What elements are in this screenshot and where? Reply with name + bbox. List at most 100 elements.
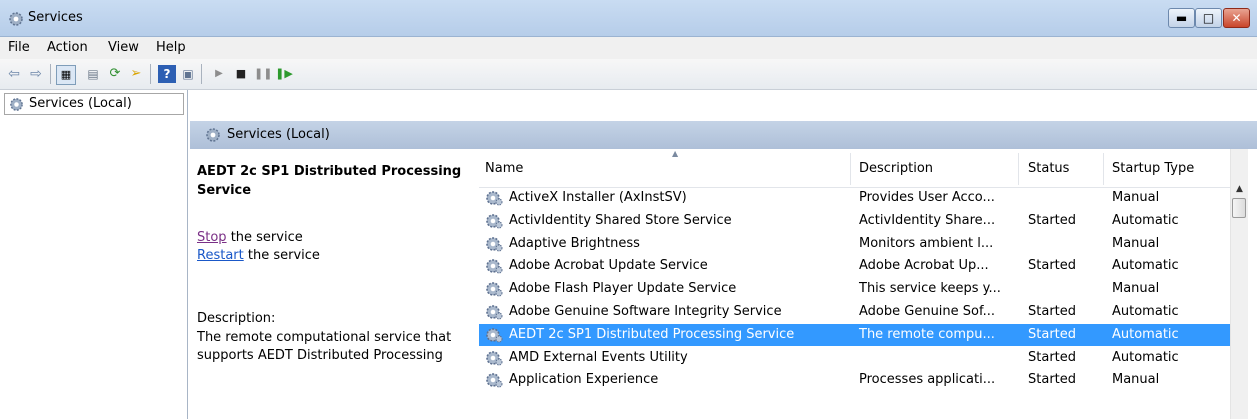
scroll-up-icon[interactable]: ▲: [1231, 183, 1248, 195]
cell-description: The remote compu...: [859, 326, 995, 342]
services-gear-icon: [206, 128, 220, 142]
column-header-startup-type[interactable]: Startup Type: [1112, 161, 1194, 185]
table-row[interactable]: Application Experience Processes applicat…: [479, 369, 1231, 391]
cell-startup-type: Automatic: [1112, 326, 1179, 342]
cell-startup-type: Manual: [1112, 372, 1160, 388]
cell-startup-type: Manual: [1112, 235, 1160, 251]
toolbar: ⇦ ⇨ ▦ ▤ ⟳ ➢ ? ▣ ▶ ■ ❚❚ ❚▶: [0, 59, 1257, 90]
minimize-button[interactable]: ▬: [1168, 8, 1195, 28]
service-gear-icon: [486, 191, 503, 206]
title-bar: Services ▬ □ ✕: [0, 0, 1257, 37]
maximize-icon: □: [1202, 11, 1215, 25]
menu-view[interactable]: View: [108, 40, 139, 55]
back-arrow-icon[interactable]: ⇦: [5, 65, 23, 83]
service-gear-icon: [486, 350, 503, 366]
vertical-scrollbar[interactable]: ▲: [1230, 149, 1248, 419]
services-gear-icon: [10, 98, 23, 111]
column-header-status[interactable]: Status: [1028, 161, 1069, 185]
cell-description: This service keeps y...: [859, 281, 1001, 297]
list-header: ▲ Name Description Status Startup Type: [479, 149, 1231, 188]
properties-icon[interactable]: ▤: [84, 65, 102, 83]
column-header-description[interactable]: Description: [859, 161, 933, 185]
minimize-icon: ▬: [1175, 11, 1188, 25]
restart-action: Restart the service: [197, 248, 320, 263]
show-hide-console-tree-icon[interactable]: ▦: [56, 65, 76, 85]
pane-header: Services (Local): [190, 121, 1257, 149]
column-separator[interactable]: [1018, 153, 1019, 185]
restart-service-link[interactable]: Restart: [197, 248, 244, 263]
service-gear-icon: [486, 305, 503, 320]
service-gear-icon: [486, 213, 503, 229]
table-row[interactable]: Adobe Genuine Software Integrity Service…: [479, 301, 1231, 323]
selected-service-title: AEDT 2c SP1 Distributed Processing Servi…: [197, 164, 462, 198]
stop-service-link[interactable]: Stop: [197, 230, 227, 245]
menu-action[interactable]: Action: [47, 40, 88, 55]
stop-action: Stop the service: [197, 230, 303, 245]
table-row[interactable]: ActiveX Installer (AxInstSV) Provides Use…: [479, 187, 1231, 209]
maximize-button[interactable]: □: [1195, 8, 1222, 28]
forward-arrow-icon[interactable]: ⇨: [27, 65, 45, 83]
tree-item-services-local[interactable]: Services (Local): [4, 93, 184, 115]
stop-service-icon[interactable]: ■: [232, 65, 250, 83]
column-separator[interactable]: [850, 153, 851, 185]
table-row[interactable]: AEDT 2c SP1 Distributed Processing Servi…: [479, 323, 1231, 346]
service-gear-icon: [486, 259, 503, 274]
table-row[interactable]: Adaptive Brightness Monitors ambient l...…: [479, 233, 1231, 255]
cell-startup-type: Automatic: [1112, 212, 1179, 228]
menu-help[interactable]: Help: [156, 40, 186, 55]
cell-startup-type: Automatic: [1112, 349, 1179, 365]
restart-suffix: the service: [243, 248, 320, 263]
description-text: The remote computational service that su…: [197, 330, 452, 363]
extended-description-panel: AEDT 2c SP1 Distributed Processing Servi…: [190, 149, 475, 419]
console-tree: Services (Local): [0, 90, 188, 419]
cell-status: Started: [1028, 326, 1077, 342]
table-row[interactable]: Adobe Acrobat Update Service Adobe Acroba…: [479, 255, 1231, 277]
sort-ascending-icon: ▲: [672, 149, 679, 158]
cell-status: Started: [1028, 304, 1077, 319]
cell-startup-type: Manual: [1112, 190, 1160, 205]
table-row[interactable]: Adobe Flash Player Update Service This se…: [479, 278, 1231, 300]
stop-suffix: the service: [226, 230, 303, 245]
cell-name: AMD External Events Utility: [509, 349, 688, 365]
cell-name: Adaptive Brightness: [509, 235, 640, 251]
column-header-name[interactable]: Name: [485, 161, 523, 185]
service-gear-icon: [486, 373, 503, 388]
cell-description: Adobe Acrobat Up...: [859, 258, 989, 274]
pause-service-icon[interactable]: ❚❚: [254, 65, 272, 83]
toolbar-separator: [201, 64, 202, 84]
service-gear-icon: [486, 236, 503, 252]
cell-name: Application Experience: [509, 372, 659, 388]
cell-startup-type: Manual: [1112, 281, 1160, 297]
column-separator[interactable]: [1103, 153, 1104, 185]
close-button[interactable]: ✕: [1223, 8, 1250, 28]
cell-name: ActivIdentity Shared Store Service: [509, 212, 732, 228]
menu-bar: File Action View Help: [0, 37, 1257, 59]
cell-description: Adobe Genuine Sof...: [859, 304, 996, 319]
window-title: Services: [28, 10, 83, 25]
cell-status: Started: [1028, 372, 1077, 388]
table-row[interactable]: ActivIdentity Shared Store Service ActivI…: [479, 210, 1231, 232]
cell-startup-type: Automatic: [1112, 258, 1179, 274]
cell-description: Provides User Acco...: [859, 190, 995, 205]
help-icon[interactable]: ?: [158, 65, 176, 83]
restart-service-icon[interactable]: ❚▶: [275, 65, 293, 83]
pane-header-title: Services (Local): [227, 127, 330, 142]
services-list: ▲ Name Description Status Startup Type A…: [479, 149, 1257, 419]
cell-name: Adobe Acrobat Update Service: [509, 258, 708, 274]
cell-name: AEDT 2c SP1 Distributed Processing Servi…: [509, 326, 795, 342]
table-row[interactable]: AMD External Events Utility Started Automa…: [479, 347, 1231, 369]
action-pane-icon[interactable]: ▣: [179, 65, 197, 83]
cell-startup-type: Automatic: [1112, 304, 1179, 319]
cell-description: Monitors ambient l...: [859, 235, 994, 251]
menu-file[interactable]: File: [8, 40, 30, 55]
cell-name: Adobe Genuine Software Integrity Service: [509, 304, 782, 319]
refresh-icon[interactable]: ⟳: [106, 65, 124, 83]
start-service-icon[interactable]: ▶: [210, 65, 228, 83]
description-label: Description:: [197, 311, 276, 326]
scroll-thumb[interactable]: [1232, 198, 1246, 218]
cell-name: ActiveX Installer (AxInstSV): [509, 190, 687, 205]
cell-description: Processes applicati...: [859, 372, 996, 388]
toolbar-separator: [50, 64, 51, 84]
cell-name: Adobe Flash Player Update Service: [509, 281, 737, 297]
export-list-icon[interactable]: ➢: [127, 65, 145, 83]
